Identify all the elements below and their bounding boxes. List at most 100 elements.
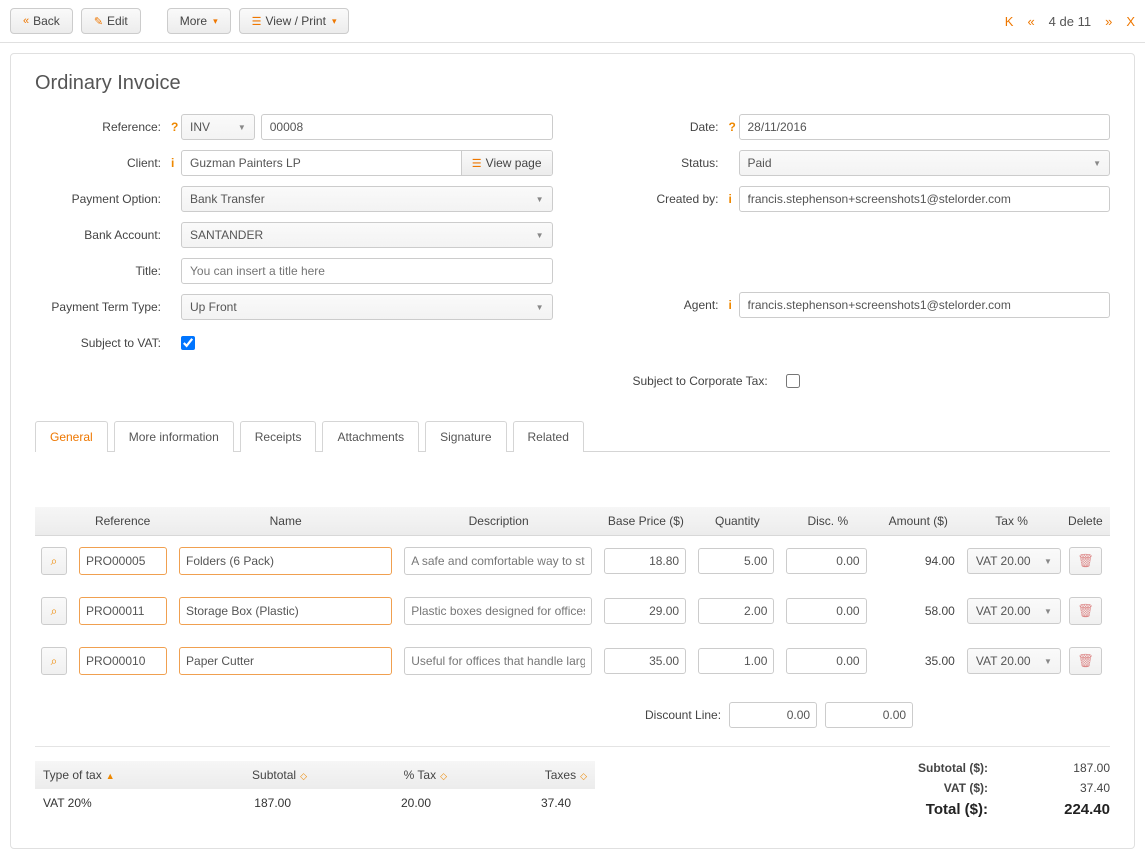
line-description-input[interactable] xyxy=(404,597,592,625)
trash-icon: 🗑 xyxy=(1077,653,1094,668)
chevron-down-icon: ▾ xyxy=(213,16,218,27)
line-quantity-input[interactable] xyxy=(698,598,774,624)
top-toolbar: «Back ✎Edit More▾ ☰View / Print▾ K « 4 d… xyxy=(0,0,1145,43)
triangle-down-icon: ▼ xyxy=(1093,159,1101,168)
title-input[interactable] xyxy=(181,258,553,284)
discount-value-1-input[interactable] xyxy=(729,702,817,728)
help-icon[interactable]: ? xyxy=(171,120,181,134)
delete-line-button[interactable]: 🗑 xyxy=(1069,647,1102,675)
line-discount-input[interactable] xyxy=(786,598,866,624)
line-name-input[interactable] xyxy=(179,547,392,575)
sort-icon: ◇ xyxy=(300,771,307,781)
discount-value-2-input[interactable] xyxy=(825,702,913,728)
line-tax-select[interactable]: VAT 20.00▼ xyxy=(967,548,1061,574)
lookup-button[interactable]: ⌕ xyxy=(41,647,67,675)
corporate-tax-checkbox[interactable] xyxy=(786,374,800,388)
prev-page-icon[interactable]: « xyxy=(1027,14,1034,29)
corporate-tax-label: Subject to Corporate Tax: xyxy=(593,374,778,388)
more-label: More xyxy=(180,14,207,28)
edit-button[interactable]: ✎Edit xyxy=(81,8,141,34)
lookup-button[interactable]: ⌕ xyxy=(41,597,67,625)
date-input[interactable] xyxy=(739,114,1111,140)
list-icon: ☰ xyxy=(472,157,482,170)
line-tax-select[interactable]: VAT 20.00▼ xyxy=(967,648,1061,674)
line-reference-input[interactable] xyxy=(79,597,167,625)
line-price-input[interactable] xyxy=(604,648,686,674)
first-page-icon[interactable]: K xyxy=(1005,14,1014,29)
col-description: Description xyxy=(399,507,599,535)
help-icon[interactable]: ? xyxy=(729,120,739,134)
line-quantity-input[interactable] xyxy=(698,648,774,674)
view-print-button[interactable]: ☰View / Print▾ xyxy=(239,8,350,34)
back-button[interactable]: «Back xyxy=(10,8,73,34)
lookup-button[interactable]: ⌕ xyxy=(41,547,67,575)
line-quantity-input[interactable] xyxy=(698,548,774,574)
triangle-down-icon: ▼ xyxy=(1044,607,1052,616)
sort-icon: ◇ xyxy=(580,771,587,781)
bank-account-label: Bank Account: xyxy=(35,228,171,242)
payment-option-label: Payment Option: xyxy=(35,192,171,206)
line-name-input[interactable] xyxy=(179,647,392,675)
line-item-row: ⌕ 94.00VAT 20.00▼ 🗑 xyxy=(35,536,1110,586)
tax-col-percent[interactable]: % Tax◇ xyxy=(315,761,455,789)
tab-general[interactable]: General xyxy=(35,421,108,452)
subject-to-vat-checkbox[interactable] xyxy=(181,336,195,350)
triangle-down-icon: ▼ xyxy=(536,231,544,240)
col-delete: Delete xyxy=(1061,507,1110,535)
payment-option-select[interactable]: Bank Transfer▼ xyxy=(181,186,553,212)
line-name-input[interactable] xyxy=(179,597,392,625)
pencil-icon: ✎ xyxy=(94,15,103,28)
line-tax-select[interactable]: VAT 20.00▼ xyxy=(967,598,1061,624)
info-icon[interactable]: i xyxy=(171,156,181,170)
info-icon[interactable]: i xyxy=(729,298,739,312)
total-value: 224.40 xyxy=(1000,801,1110,818)
total-label: Total ($): xyxy=(850,801,1000,818)
reference-label: Reference: xyxy=(35,120,171,134)
line-description-input[interactable] xyxy=(404,647,592,675)
tax-col-subtotal[interactable]: Subtotal◇ xyxy=(175,761,315,789)
col-quantity: Quantity xyxy=(693,507,781,535)
delete-line-button[interactable]: 🗑 xyxy=(1069,597,1102,625)
agent-input[interactable] xyxy=(739,292,1111,318)
client-input[interactable]: Guzman Painters LP xyxy=(182,151,461,175)
view-print-label: View / Print xyxy=(265,14,325,28)
reference-number-input[interactable] xyxy=(261,114,553,140)
line-discount-input[interactable] xyxy=(786,548,866,574)
list-icon: ☰ xyxy=(252,15,262,28)
view-page-button[interactable]: ☰View page xyxy=(461,151,552,175)
more-button[interactable]: More ▾ xyxy=(167,8,231,34)
tab-receipts[interactable]: Receipts xyxy=(240,421,317,452)
line-discount-input[interactable] xyxy=(786,648,866,674)
line-price-input[interactable] xyxy=(604,548,686,574)
sort-asc-icon: ▲ xyxy=(106,771,115,781)
line-amount-value: 35.00 xyxy=(873,647,961,675)
totals: Subtotal ($):187.00 VAT ($):37.40 Total … xyxy=(615,761,1110,818)
next-page-icon[interactable]: » xyxy=(1105,14,1112,29)
col-base-price: Base Price ($) xyxy=(599,507,693,535)
status-select[interactable]: Paid▼ xyxy=(739,150,1111,176)
triangle-down-icon: ▼ xyxy=(1044,557,1052,566)
tax-type-value: VAT 20% xyxy=(35,789,175,817)
col-discount: Disc. % xyxy=(782,507,874,535)
created-by-input[interactable] xyxy=(739,186,1111,212)
subtotal-label: Subtotal ($): xyxy=(850,761,1000,775)
tab-bar: General More information Receipts Attach… xyxy=(35,421,1110,452)
payment-term-select[interactable]: Up Front▼ xyxy=(181,294,553,320)
tab-related[interactable]: Related xyxy=(513,421,584,452)
info-icon[interactable]: i xyxy=(729,192,739,206)
tab-more-information[interactable]: More information xyxy=(114,421,234,452)
tab-signature[interactable]: Signature xyxy=(425,421,506,452)
line-description-input[interactable] xyxy=(404,547,592,575)
last-page-icon[interactable]: X xyxy=(1126,14,1135,29)
delete-line-button[interactable]: 🗑 xyxy=(1069,547,1102,575)
tax-table: Type of tax▲ Subtotal◇ % Tax◇ Taxes◇ VAT… xyxy=(35,761,595,818)
tab-attachments[interactable]: Attachments xyxy=(322,421,419,452)
tax-col-taxes[interactable]: Taxes◇ xyxy=(455,761,595,789)
line-price-input[interactable] xyxy=(604,598,686,624)
tax-col-type[interactable]: Type of tax▲ xyxy=(35,761,175,789)
line-amount-value: 94.00 xyxy=(873,547,961,575)
line-reference-input[interactable] xyxy=(79,547,167,575)
bank-account-select[interactable]: SANTANDER▼ xyxy=(181,222,553,248)
reference-prefix-select[interactable]: INV▼ xyxy=(181,114,255,140)
line-reference-input[interactable] xyxy=(79,647,167,675)
